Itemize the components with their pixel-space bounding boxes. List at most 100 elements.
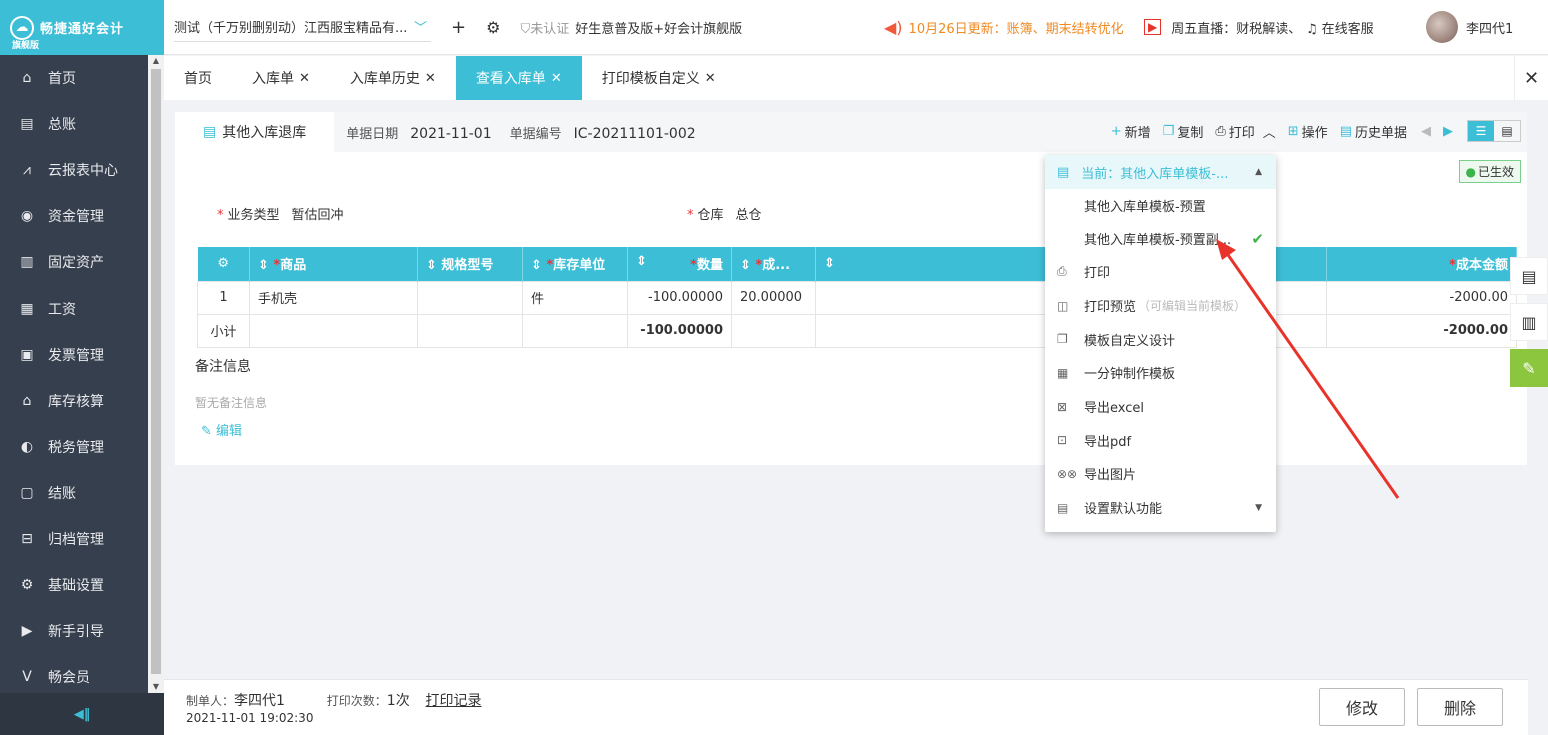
logo-name: 畅捷通好会计 (40, 22, 125, 37)
scroll-down-icon[interactable]: ▼ (148, 681, 164, 693)
detail-view-icon[interactable]: ▤ (1494, 121, 1520, 141)
print-button[interactable]: ⎙ 打印 ︿ (1215, 122, 1275, 141)
footer-info: 制单人：李四代1 打印次数：1次 打印记录 (186, 693, 482, 709)
table-row[interactable]: 1 手机壳 件 -100.00000 20.00000 -2000.00 (197, 280, 1517, 315)
close-icon[interactable]: ✕ (299, 71, 310, 86)
user-menu[interactable]: 李四代1 (1426, 11, 1513, 43)
menu-item-export-pdf[interactable]: ⊡ 导出pdf (1045, 423, 1276, 457)
warehouse-field: * 仓库 总仓 (687, 208, 762, 223)
header-spec[interactable]: ⇕ 规格型号 (417, 247, 523, 281)
document-card: ▤ 其他入库退库 单据日期 2021-11-01 单据编号 IC-20211101-00… (175, 112, 1527, 465)
collapse-sidebar-button[interactable]: ◀‖ (0, 693, 164, 735)
modify-button[interactable]: 修改 (1319, 688, 1405, 726)
sidebar-item-guide[interactable]: ▶ 新手引导 (0, 608, 148, 654)
sidebar-item-tax[interactable]: ◐ 税务管理 (0, 424, 148, 470)
close-icon[interactable]: ✕ (425, 71, 436, 86)
menu-item-quick-template[interactable]: ▦ 一分钟制作模板 (1045, 356, 1276, 390)
header-qty[interactable]: ⇕ *数量 (627, 247, 732, 281)
add-icon[interactable]: + (451, 17, 466, 38)
header-amount[interactable]: *成本金额 (1326, 247, 1517, 281)
list-view-icon[interactable]: ☰ (1468, 121, 1494, 141)
sidebar-item-assets[interactable]: ▥ 固定资产 (0, 239, 148, 285)
header-unit[interactable]: ⇕ *库存单位 (522, 247, 628, 281)
sidebar-item-archive[interactable]: ⊟ 归档管理 (0, 516, 148, 562)
header-product[interactable]: ⇕ *商品 (249, 247, 418, 281)
logo[interactable]: ☁ 畅捷通好会计 旗舰版 (0, 0, 164, 55)
prev-document-icon[interactable]: ◀ (1421, 124, 1431, 139)
template-option[interactable]: 其他入库单模板-预置 (1045, 189, 1276, 222)
edit-remark-link[interactable]: ✎ 编辑 (201, 420, 242, 439)
menu-item-print[interactable]: ⎙ 打印 (1045, 255, 1276, 289)
certification-status[interactable]: ⛉未认证 (520, 18, 569, 37)
sidebar-item-home[interactable]: ⌂ 首页 (0, 55, 148, 101)
template-option-selected[interactable]: 其他入库单模板-预置副... ✔ (1045, 222, 1276, 255)
document-check-icon[interactable]: ▤ (1510, 257, 1548, 295)
close-icon[interactable]: ✕ (705, 71, 716, 86)
live-broadcast[interactable]: ▶ 周五直播：财税解读、 (1144, 18, 1301, 37)
update-notice[interactable]: ◀) 10月26日更新：账簿、期末结转优化 (884, 18, 1124, 37)
tab-stock-in[interactable]: 入库单 ✕ (232, 56, 330, 100)
document-type-tab[interactable]: ▤ 其他入库退库 (175, 112, 335, 152)
online-service[interactable]: ♫ 在线客服 (1306, 18, 1374, 37)
menu-item-default-function[interactable]: ▤ 设置默认功能 ▼ (1045, 491, 1276, 525)
task-list-icon[interactable]: ✎ (1510, 349, 1548, 387)
company-name: 测试（千万别删别动）江西服宝精品有... (174, 21, 408, 36)
column-settings-icon[interactable]: ⚙ (197, 247, 250, 281)
header-cost[interactable]: ⇕ *成... (731, 247, 816, 281)
check-circle-icon: ● (1465, 165, 1476, 179)
close-icon[interactable]: ✕ (551, 71, 562, 86)
company-selector[interactable]: 测试（千万别删别动）江西服宝精品有... ﹀ (174, 12, 431, 42)
sidebar-item-ledger[interactable]: ▤ 总账 (0, 101, 148, 147)
print-count: 1次 (386, 693, 410, 709)
tab-print-template[interactable]: 打印模板自定义 ✕ (582, 56, 736, 100)
sidebar-item-inventory[interactable]: ⌂ 库存核算 (0, 378, 148, 424)
sidebar-item-salary[interactable]: ▦ 工资 (0, 285, 148, 331)
menu-item-template-design[interactable]: ❐ 模板自定义设计 (1045, 322, 1276, 356)
speaker-icon: ◀) (884, 17, 903, 37)
vip-icon: V (22, 669, 32, 686)
document-header: ▤ 其他入库退库 单据日期 2021-11-01 单据编号 IC-20211101-00… (175, 112, 1527, 152)
scroll-up-icon[interactable]: ▲ (148, 55, 164, 67)
menu-item-print-preview[interactable]: ◫ 打印预览 （可编辑当前模板） (1045, 289, 1276, 323)
sidebar-item-closing[interactable]: ▢ 结账 (0, 470, 148, 516)
gear-icon[interactable]: ⚙ (486, 18, 500, 37)
chevron-up-icon: ︿ (1262, 125, 1276, 141)
close-all-tabs-icon[interactable]: ✕ (1514, 56, 1548, 100)
preview-icon: ◫ (1057, 298, 1069, 313)
sidebar-item-reports[interactable]: ⩘ 云报表中心 (0, 147, 148, 193)
business-type-value: 暂估回冲 (291, 208, 344, 223)
headset-icon: ♫ (1306, 21, 1318, 37)
delete-button[interactable]: 删除 (1417, 688, 1503, 726)
menu-item-export-excel[interactable]: ⊠ 导出excel (1045, 390, 1276, 424)
status-badge: ● 已生效 (1458, 160, 1521, 183)
sidebar-scrollbar[interactable]: ▲ ▼ (148, 55, 164, 693)
menu-item-export-image[interactable]: ⊗⊗ 导出图片 (1045, 457, 1276, 491)
version-label: 好生意普及版+好会计旗舰版 (575, 21, 743, 37)
current-template-selector[interactable]: ▤ 当前：其他入库单模板-... ▲ (1045, 155, 1276, 189)
history-documents-button[interactable]: ▤ 历史单据 (1340, 122, 1407, 141)
next-document-icon[interactable]: ▶ (1443, 124, 1453, 139)
edit-icon: ✎ (201, 424, 212, 439)
sidebar-item-funds[interactable]: ◉ 资金管理 (0, 193, 148, 239)
money-icon: ◉ (20, 208, 34, 225)
copy-button[interactable]: ❐ 复制 (1163, 122, 1204, 141)
clipboard-icon: ▤ (203, 124, 217, 140)
operations-button[interactable]: ⊞ 操作 (1288, 122, 1328, 141)
created-datetime: 2021-11-01 19:02:30 (186, 711, 314, 725)
new-button[interactable]: + 新增 (1111, 122, 1151, 141)
edition-label: 旗舰版 (12, 41, 40, 51)
plus-icon: + (1110, 123, 1122, 139)
printer-icon: ⎙ (1215, 123, 1226, 139)
grid-icon: ⊞ (1287, 123, 1299, 139)
tab-stock-in-history[interactable]: 入库单历史 ✕ (330, 56, 456, 100)
scrollbar-thumb[interactable] (151, 69, 161, 674)
user-name: 李四代1 (1466, 21, 1514, 37)
tab-view-stock-in[interactable]: 查看入库单 ✕ (455, 56, 582, 100)
print-record-link[interactable]: 打印记录 (426, 693, 482, 709)
sidebar-item-settings[interactable]: ⚙ 基础设置 (0, 562, 148, 608)
sidebar-item-invoice[interactable]: ▣ 发票管理 (0, 332, 148, 378)
tab-home[interactable]: 首页 (164, 56, 232, 100)
subtotal-row: 小计 -100.00000 -2000.00 (197, 313, 1517, 348)
document-footer: 制单人：李四代1 打印次数：1次 打印记录 2021-11-01 19:02:3… (164, 679, 1528, 735)
report-check-icon[interactable]: ▥ (1510, 303, 1548, 341)
